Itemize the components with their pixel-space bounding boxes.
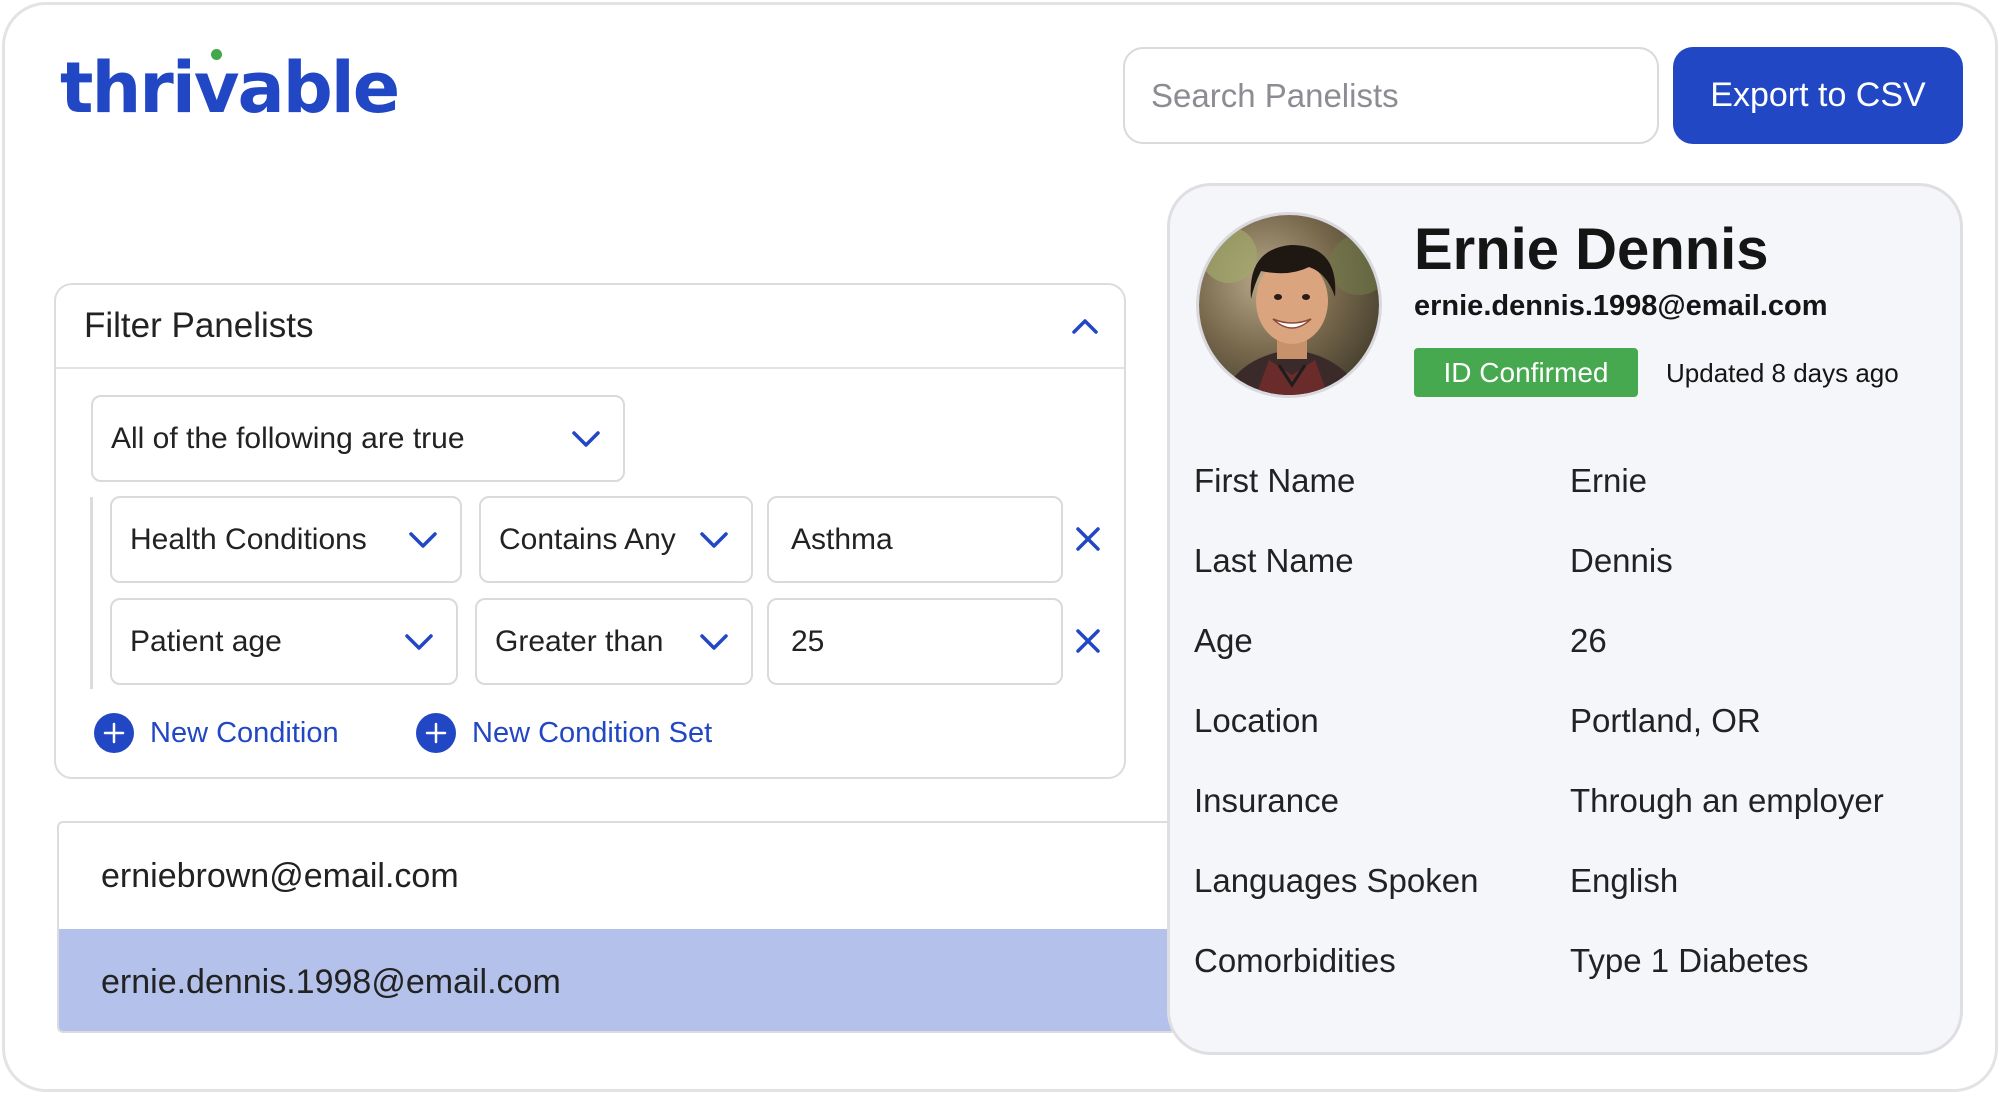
app-frame: thrivable Export to CSV Filter Panelists… xyxy=(2,2,1998,1092)
thrivable-logo[interactable]: thrivable xyxy=(60,53,400,123)
close-icon[interactable] xyxy=(1070,521,1106,557)
profile-field-insurance: Insurance Through an employer xyxy=(1194,782,1884,819)
chevron-up-icon[interactable] xyxy=(1068,309,1102,343)
panelist-results-list: erniebrown@email.com ernie.dennis.1998@e… xyxy=(57,821,1177,1033)
updated-timestamp: Updated 8 days ago xyxy=(1666,358,1899,388)
search-panelists-input[interactable] xyxy=(1123,47,1659,144)
filter-header[interactable]: Filter Panelists xyxy=(56,285,1124,369)
profile-field-comorbidities: Comorbidities Type 1 Diabetes xyxy=(1194,942,1809,979)
profile-email: ernie.dennis.1998@email.com xyxy=(1414,290,1828,322)
logic-select[interactable]: All of the following are true xyxy=(91,395,625,482)
profile-field-age: Age 26 xyxy=(1194,622,1607,659)
profile-field-first-name: First Name Ernie xyxy=(1194,462,1648,499)
avatar xyxy=(1196,212,1382,398)
chevron-down-icon xyxy=(700,531,728,548)
condition-operator-select[interactable]: Contains Any xyxy=(479,496,753,583)
export-csv-button[interactable]: Export to CSV xyxy=(1673,47,1963,144)
chevron-down-icon xyxy=(700,633,728,650)
chevron-down-icon xyxy=(405,633,433,650)
profile-field-location: Location Portland, OR xyxy=(1194,702,1761,739)
condition-group-rail xyxy=(90,497,93,689)
condition-value-input[interactable]: 25 xyxy=(767,598,1063,685)
panelist-profile-card: Ernie Dennis ernie.dennis.1998@email.com… xyxy=(1167,183,1963,1055)
plus-icon xyxy=(94,713,134,753)
new-condition-set-button[interactable]: New Condition Set xyxy=(416,713,712,753)
list-item[interactable]: erniebrown@email.com xyxy=(59,823,1175,929)
close-icon[interactable] xyxy=(1070,623,1106,659)
filter-title: Filter Panelists xyxy=(84,306,314,345)
status-badge: ID Confirmed xyxy=(1414,348,1638,397)
plus-icon xyxy=(416,713,456,753)
chevron-down-icon xyxy=(409,531,437,548)
filter-panelists-card: Filter Panelists All of the following ar… xyxy=(54,283,1126,779)
profile-name: Ernie Dennis xyxy=(1414,217,1769,282)
chevron-down-icon xyxy=(572,430,600,447)
condition-operator-select[interactable]: Greater than xyxy=(475,598,753,685)
condition-field-select[interactable]: Health Conditions xyxy=(110,496,462,583)
profile-field-last-name: Last Name Dennis xyxy=(1194,542,1673,579)
list-item-selected[interactable]: ernie.dennis.1998@email.com xyxy=(59,929,1175,1031)
condition-field-select[interactable]: Patient age xyxy=(110,598,458,685)
new-condition-button[interactable]: New Condition xyxy=(94,713,339,753)
profile-field-languages: Languages Spoken English xyxy=(1194,862,1679,899)
condition-value-input[interactable]: Asthma xyxy=(767,496,1063,583)
